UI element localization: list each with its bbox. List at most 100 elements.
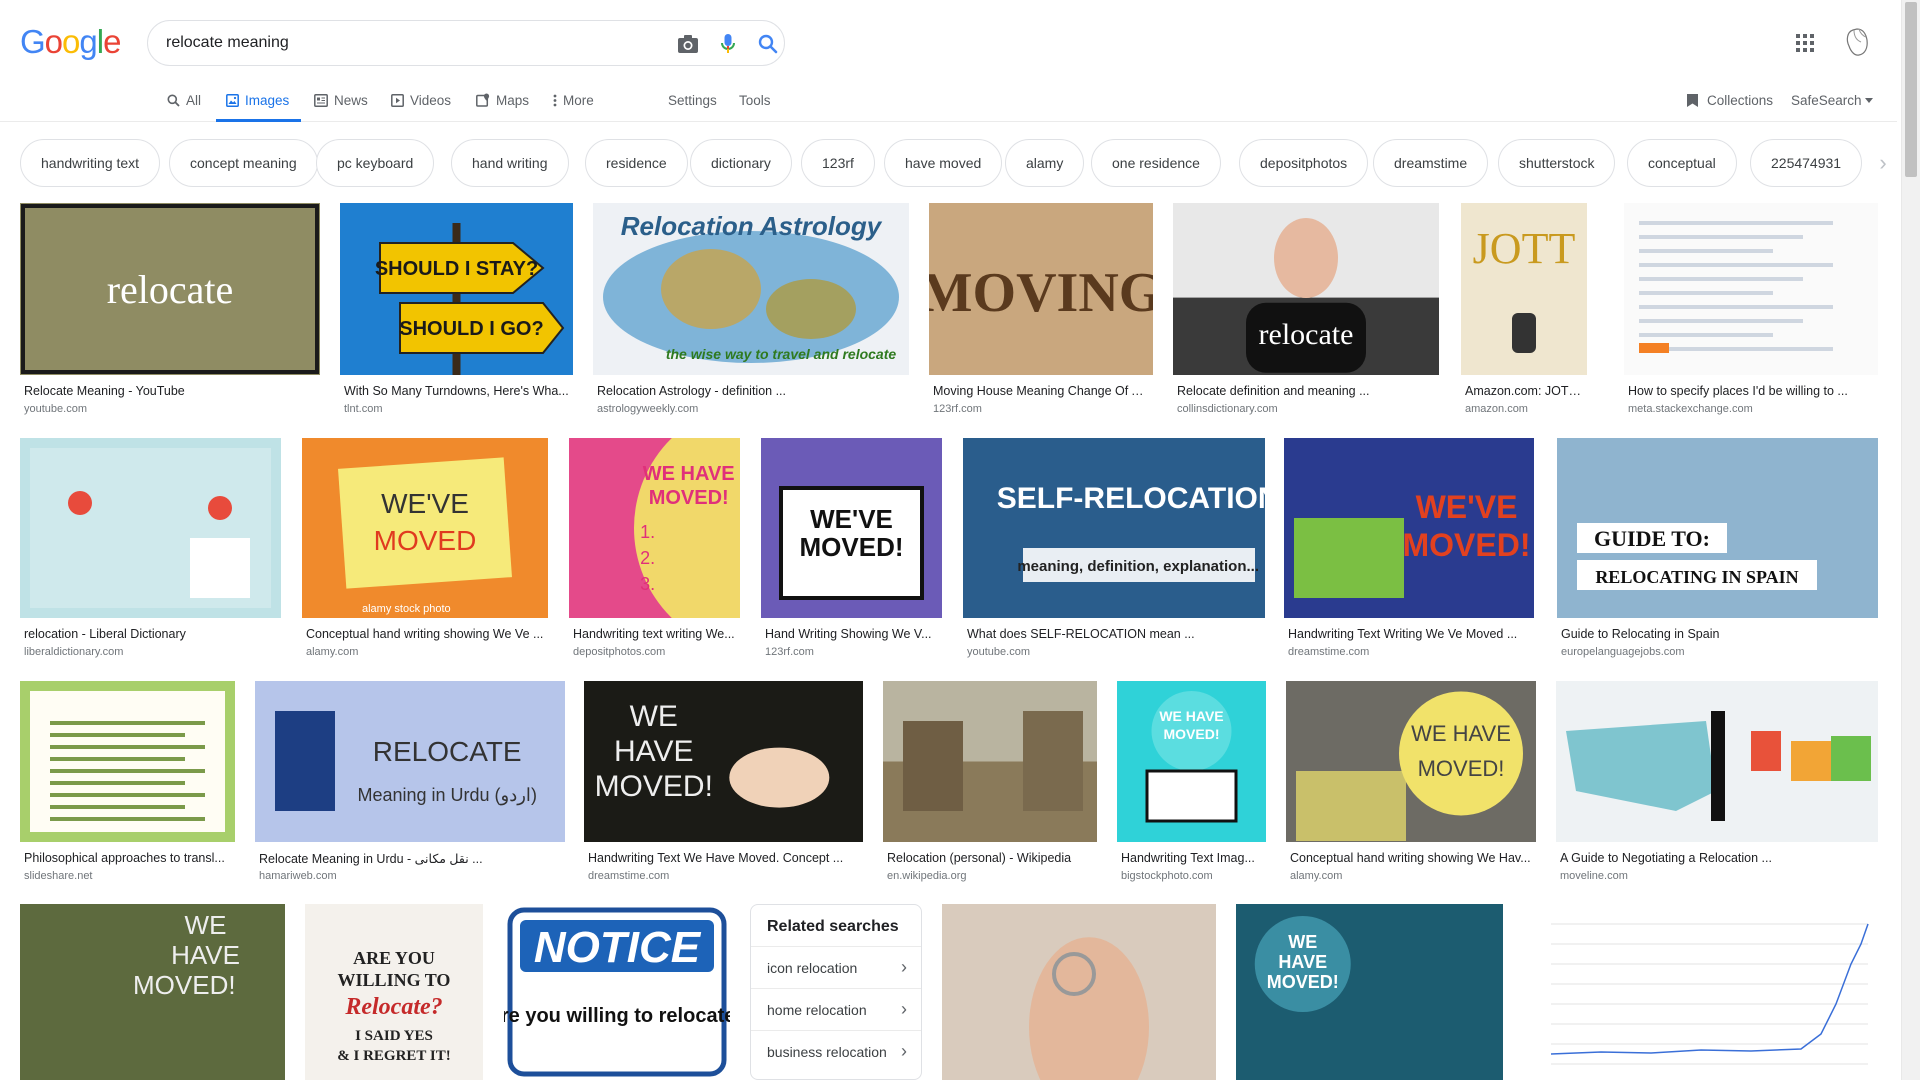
- result-thumbnail[interactable]: RELOCATE Meaning in Urdu (اردو): [255, 681, 565, 842]
- result-caption[interactable]: Relocation (personal) - Wikipedia: [887, 851, 1093, 865]
- related-chip[interactable]: 123rf: [801, 139, 875, 187]
- image-result[interactable]: NOTICE Are you willing to relocate?: [504, 904, 730, 1080]
- result-caption[interactable]: Amazon.com: JOTT: w...: [1465, 384, 1583, 398]
- result-thumbnail[interactable]: WE'VE MOVED alamy stock photo: [302, 438, 548, 618]
- result-caption[interactable]: Handwriting text writing We...: [573, 627, 736, 641]
- related-chip[interactable]: pc keyboard: [316, 139, 435, 187]
- tab-more[interactable]: More: [553, 78, 594, 122]
- result-caption[interactable]: What does SELF-RELOCATION mean ...: [967, 627, 1261, 641]
- image-result[interactable]: WE HAVE MOVED! Handwriting Text Imag... big…: [1117, 681, 1266, 892]
- search-input[interactable]: [166, 30, 626, 56]
- result-thumbnail[interactable]: WE HAVE MOVED!: [1117, 681, 1266, 842]
- settings-link[interactable]: Settings: [668, 78, 717, 122]
- result-caption[interactable]: Handwriting Text Imag...: [1121, 851, 1262, 865]
- related-chip[interactable]: depositphotos: [1239, 139, 1369, 187]
- result-caption[interactable]: relocation - Liberal Dictionary: [24, 627, 277, 641]
- related-chip[interactable]: hand writing: [451, 139, 569, 187]
- image-result[interactable]: JOTT Amazon.com: JOTT: w... amazon.com: [1461, 203, 1587, 425]
- result-caption[interactable]: Hand Writing Showing We V...: [765, 627, 938, 641]
- result-caption[interactable]: Guide to Relocating in Spain: [1561, 627, 1874, 641]
- result-thumbnail[interactable]: WE'VE MOVED!: [761, 438, 942, 618]
- image-result[interactable]: Relocation (personal) - Wikipedia en.wiki…: [883, 681, 1097, 892]
- image-result[interactable]: WE'VE MOVED! Hand Writing Showing We V... 1…: [761, 438, 942, 668]
- result-thumbnail[interactable]: ARE YOU WILLING TO Relocate? I SAID YES & I …: [305, 904, 483, 1080]
- result-thumbnail[interactable]: WE HAVE MOVED!: [584, 681, 863, 842]
- result-thumbnail[interactable]: GUIDE TO: RELOCATING IN SPAIN: [1557, 438, 1878, 618]
- result-caption[interactable]: Relocation Astrology - definition ...: [597, 384, 905, 398]
- collections-link[interactable]: Collections: [1686, 78, 1773, 122]
- related-chip[interactable]: alamy: [1005, 139, 1085, 187]
- related-chip[interactable]: one residence: [1091, 139, 1221, 187]
- result-thumbnail[interactable]: [1521, 904, 1878, 1080]
- related-chip[interactable]: 225474931: [1750, 139, 1863, 187]
- image-result[interactable]: [1521, 904, 1878, 1080]
- related-search-item[interactable]: home relocation ›: [751, 988, 921, 1030]
- image-result[interactable]: WE'VE MOVED! Handwriting Text Writing We V…: [1284, 438, 1534, 668]
- result-thumbnail[interactable]: WE'VE MOVED!: [1284, 438, 1534, 618]
- image-result[interactable]: MOVING Moving House Meaning Change Of A..…: [929, 203, 1153, 425]
- result-caption[interactable]: How to specify places I'd be willing to …: [1628, 384, 1874, 398]
- image-result[interactable]: RELOCATE Meaning in Urdu (اردو) Relocate M…: [255, 681, 565, 892]
- image-result[interactable]: GUIDE TO: RELOCATING IN SPAIN Guide to Rel…: [1557, 438, 1878, 668]
- result-caption[interactable]: With So Many Turndowns, Here's Wha...: [344, 384, 569, 398]
- image-result[interactable]: WE HAVE MOVED!: [1236, 904, 1503, 1080]
- related-chip[interactable]: conceptual: [1627, 139, 1737, 187]
- image-result[interactable]: WE HAVE MOVED! Handwriting Text We Have Mov…: [584, 681, 863, 892]
- image-result[interactable]: A Guide to Negotiating a Relocation ... m…: [1556, 681, 1878, 892]
- result-caption[interactable]: Conceptual hand writing showing We Hav..…: [1290, 851, 1532, 865]
- result-thumbnail[interactable]: [942, 904, 1216, 1080]
- result-thumbnail[interactable]: [1624, 203, 1878, 375]
- result-caption[interactable]: A Guide to Negotiating a Relocation ...: [1560, 851, 1874, 865]
- avatar[interactable]: [1839, 24, 1875, 60]
- google-logo[interactable]: Google: [20, 24, 121, 60]
- result-caption[interactable]: Relocate Meaning - YouTube: [24, 384, 316, 398]
- result-thumbnail[interactable]: NOTICE Are you willing to relocate?: [504, 904, 730, 1080]
- result-caption[interactable]: Handwriting Text We Have Moved. Concept …: [588, 851, 859, 865]
- tools-link[interactable]: Tools: [739, 78, 771, 122]
- result-thumbnail[interactable]: relocate: [1173, 203, 1439, 375]
- related-chip[interactable]: shutterstock: [1498, 139, 1616, 187]
- microphone-icon[interactable]: [716, 32, 740, 56]
- result-caption[interactable]: Relocate definition and meaning ...: [1177, 384, 1435, 398]
- related-chip[interactable]: handwriting text: [20, 139, 161, 187]
- image-result[interactable]: WE'VE MOVED alamy stock photo Conceptual ha…: [302, 438, 548, 668]
- result-thumbnail[interactable]: relocate: [20, 203, 320, 375]
- image-result[interactable]: SELF-RELOCATION meaning, definition, expl…: [963, 438, 1265, 668]
- scrollbar-thumb[interactable]: [1905, 2, 1917, 177]
- related-search-item[interactable]: icon relocation ›: [751, 946, 921, 988]
- result-caption[interactable]: Conceptual hand writing showing We Ve ..…: [306, 627, 544, 641]
- safesearch-dropdown[interactable]: SafeSearch: [1791, 78, 1873, 122]
- result-thumbnail[interactable]: JOTT: [1461, 203, 1587, 375]
- result-thumbnail[interactable]: [1556, 681, 1878, 842]
- image-result[interactable]: Philosophical approaches to transl... sli…: [20, 681, 235, 892]
- search-icon[interactable]: [756, 32, 780, 56]
- image-result[interactable]: relocate Relocate Meaning - YouTube youtub…: [20, 203, 320, 425]
- result-thumbnail[interactable]: [20, 438, 281, 618]
- image-result[interactable]: relocation - Liberal Dictionary liberaldi…: [20, 438, 281, 668]
- related-search-item[interactable]: business relocation ›: [751, 1030, 921, 1072]
- result-thumbnail[interactable]: [883, 681, 1097, 842]
- related-chip[interactable]: dreamstime: [1373, 139, 1489, 187]
- tab-news[interactable]: News: [314, 78, 368, 122]
- result-thumbnail[interactable]: SHOULD I STAY? SHOULD I GO?: [340, 203, 573, 375]
- chevron-right-icon[interactable]: ›: [1870, 150, 1896, 176]
- tab-all[interactable]: All: [167, 78, 201, 122]
- image-result[interactable]: [942, 904, 1216, 1080]
- related-chip[interactable]: residence: [585, 139, 688, 187]
- result-thumbnail[interactable]: [20, 681, 235, 842]
- image-result[interactable]: Relocation Astrology the wise way to trav…: [593, 203, 909, 425]
- related-chip[interactable]: concept meaning: [169, 139, 318, 187]
- scrollbar[interactable]: [1901, 0, 1920, 1080]
- tab-maps[interactable]: Maps: [476, 78, 529, 122]
- image-result[interactable]: SHOULD I STAY? SHOULD I GO? With So Many T…: [340, 203, 573, 425]
- result-caption[interactable]: Handwriting Text Writing We Ve Moved ...: [1288, 627, 1530, 641]
- result-thumbnail[interactable]: WE HAVE MOVED! 1. 2. 3.: [569, 438, 740, 618]
- result-caption[interactable]: Relocate Meaning in Urdu - نقل مکانی ...: [259, 851, 561, 866]
- tab-videos[interactable]: Videos: [391, 78, 451, 122]
- image-result[interactable]: WE HAVE MOVED! Conceptual hand writing sho…: [1286, 681, 1536, 892]
- related-chip[interactable]: have moved: [884, 139, 1003, 187]
- search-box[interactable]: [147, 20, 785, 66]
- apps-grid-icon[interactable]: [1793, 31, 1817, 55]
- image-result[interactable]: relocate Relocate definition and meaning …: [1173, 203, 1439, 425]
- result-caption[interactable]: Philosophical approaches to transl...: [24, 851, 231, 865]
